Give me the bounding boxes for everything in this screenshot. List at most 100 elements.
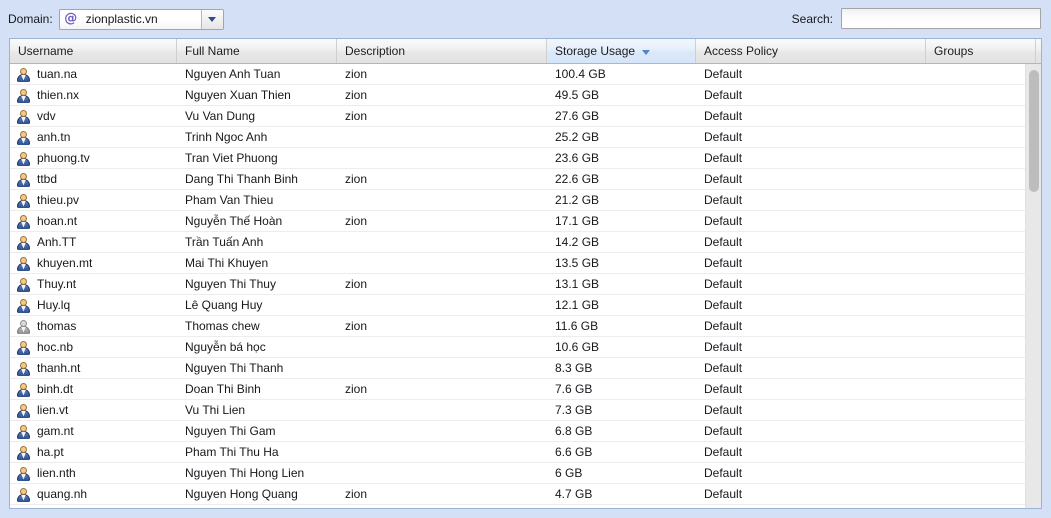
cell-text: ttbd bbox=[37, 172, 58, 186]
user-icon bbox=[16, 487, 31, 502]
cell-storage: 7.6 GB bbox=[547, 379, 696, 399]
table-row[interactable]: thien.nx Nguyen Xuan Thien zion 49.5 GB Defa… bbox=[10, 85, 1025, 106]
table-row[interactable]: gam.nt Nguyen Thi Gam 6.8 GB Default bbox=[10, 421, 1025, 442]
cell-text: thanh.nt bbox=[37, 361, 81, 375]
cell-username: lien.vt bbox=[10, 400, 177, 420]
cell-storage: 13.5 GB bbox=[547, 253, 696, 273]
table-row[interactable]: phuong.tv Tran Viet Phuong 23.6 GB Default bbox=[10, 148, 1025, 169]
user-icon bbox=[16, 298, 31, 313]
search-label: Search: bbox=[791, 11, 833, 26]
cell-text: Trần Tuấn Anh bbox=[185, 235, 264, 249]
cell-groups bbox=[926, 64, 1036, 84]
users-grid: Username Full Name Description Storage Usag… bbox=[9, 38, 1042, 509]
column-header-storage[interactable]: Storage Usage bbox=[547, 39, 696, 63]
cell-text: thieu.pv bbox=[37, 193, 80, 207]
cell-fullname bbox=[177, 505, 337, 508]
table-row[interactable]: binh.dt Doan Thi Binh zion 7.6 GB Default bbox=[10, 379, 1025, 400]
cell-groups bbox=[926, 421, 1036, 441]
cell-text: Default bbox=[704, 382, 743, 396]
cell-text: 25.2 GB bbox=[555, 130, 600, 144]
table-row[interactable]: tuan.na Nguyen Anh Tuan zion 100.4 GB Defaul… bbox=[10, 64, 1025, 85]
table-row[interactable]: thieu.pv Pham Van Thieu 21.2 GB Default bbox=[10, 190, 1025, 211]
cell-text: Default bbox=[704, 298, 743, 312]
table-row[interactable]: thomas Thomas chew zion 11.6 GB Default bbox=[10, 316, 1025, 337]
table-row[interactable]: Anh.TT Trần Tuấn Anh 14.2 GB Default bbox=[10, 232, 1025, 253]
cell-storage: 100.4 GB bbox=[547, 64, 696, 84]
column-header-description[interactable]: Description bbox=[337, 39, 547, 63]
cell-text: Doan Thi Binh bbox=[185, 382, 261, 396]
table-row[interactable]: Thuy.nt Nguyen Thi Thuy zion 13.1 GB Default bbox=[10, 274, 1025, 295]
cell-policy: Default bbox=[696, 190, 926, 210]
cell-storage: 14.2 GB bbox=[547, 232, 696, 252]
cell-text: Tran Viet Phuong bbox=[185, 151, 278, 165]
table-row[interactable]: ttbd Dang Thi Thanh Binh zion 22.6 GB Defaul… bbox=[10, 169, 1025, 190]
table-row[interactable]: khuyen.mt Mai Thi Khuyen 13.5 GB Default bbox=[10, 253, 1025, 274]
cell-fullname: Nguyễn Thế Hoàn bbox=[177, 211, 337, 231]
cell-storage: 25.2 GB bbox=[547, 127, 696, 147]
column-header-policy[interactable]: Access Policy bbox=[696, 39, 926, 63]
table-row[interactable]: hoan.nt Nguyễn Thế Hoàn zion 17.1 GB Default bbox=[10, 211, 1025, 232]
cell-text: lien.vt bbox=[37, 403, 69, 417]
cell-text: Thomas chew bbox=[185, 319, 260, 333]
cell-text: zion bbox=[345, 88, 368, 102]
cell-policy: Default bbox=[696, 295, 926, 315]
cell-description: zion bbox=[337, 64, 547, 84]
cell-description bbox=[337, 148, 547, 168]
cell-text: 13.5 GB bbox=[555, 256, 600, 270]
cell-text: Trinh Ngoc Anh bbox=[185, 130, 268, 144]
scrollbar-thumb[interactable] bbox=[1029, 70, 1039, 192]
table-row[interactable]: thanh.nt Nguyen Thi Thanh 8.3 GB Default bbox=[10, 358, 1025, 379]
cell-fullname: Trinh Ngoc Anh bbox=[177, 127, 337, 147]
table-row[interactable] bbox=[10, 505, 1025, 508]
table-row[interactable]: quang.nh Nguyen Hong Quang zion 4.7 GB Defau… bbox=[10, 484, 1025, 505]
user-icon bbox=[16, 256, 31, 271]
cell-text: Default bbox=[704, 487, 743, 501]
cell-fullname: Doan Thi Binh bbox=[177, 379, 337, 399]
cell-text: Nguyen Anh Tuan bbox=[185, 67, 281, 81]
user-icon bbox=[16, 508, 31, 509]
cell-text: 10.6 GB bbox=[555, 340, 600, 354]
cell-description bbox=[337, 463, 547, 483]
cell-text: Lê Quang Huy bbox=[185, 298, 263, 312]
vertical-scrollbar[interactable] bbox=[1025, 64, 1041, 508]
cell-username: thieu.pv bbox=[10, 190, 177, 210]
cell-groups bbox=[926, 358, 1036, 378]
table-row[interactable]: ha.pt Pham Thi Thu Ha 6.6 GB Default bbox=[10, 442, 1025, 463]
chevron-down-icon[interactable] bbox=[200, 9, 223, 29]
grid-body: tuan.na Nguyen Anh Tuan zion 100.4 GB Defaul… bbox=[10, 64, 1041, 508]
table-row[interactable]: lien.vt Vu Thi Lien 7.3 GB Default bbox=[10, 400, 1025, 421]
cell-text: khuyen.mt bbox=[37, 256, 93, 270]
search-input[interactable] bbox=[841, 8, 1041, 29]
table-row[interactable]: Huy.lq Lê Quang Huy 12.1 GB Default bbox=[10, 295, 1025, 316]
cell-policy: Default bbox=[696, 337, 926, 357]
cell-description bbox=[337, 232, 547, 252]
table-row[interactable]: anh.tn Trinh Ngoc Anh 25.2 GB Default bbox=[10, 127, 1025, 148]
cell-fullname: Vu Van Dung bbox=[177, 106, 337, 126]
column-header-username[interactable]: Username bbox=[10, 39, 177, 63]
cell-text: Default bbox=[704, 214, 743, 228]
cell-description bbox=[337, 442, 547, 462]
domain-dropdown[interactable]: @ zionplastic.vn bbox=[58, 8, 224, 30]
cell-text: zion bbox=[345, 172, 368, 186]
column-header-groups[interactable]: Groups bbox=[926, 39, 1036, 63]
column-header-fullname[interactable]: Full Name bbox=[177, 39, 337, 63]
user-icon bbox=[16, 235, 31, 250]
cell-policy: Default bbox=[696, 211, 926, 231]
cell-policy: Default bbox=[696, 463, 926, 483]
cell-text: Nguyen Thi Gam bbox=[185, 424, 276, 438]
cell-text: zion bbox=[345, 109, 368, 123]
cell-description bbox=[337, 400, 547, 420]
cell-text: Nguyen Thi Hong Lien bbox=[185, 466, 305, 480]
cell-storage: 12.1 GB bbox=[547, 295, 696, 315]
cell-fullname: Nguyen Thi Thanh bbox=[177, 358, 337, 378]
cell-text: gam.nt bbox=[37, 424, 74, 438]
cell-storage: 6.6 GB bbox=[547, 442, 696, 462]
cell-fullname: Nguyen Thi Gam bbox=[177, 421, 337, 441]
table-row[interactable]: hoc.nb Nguyễn bá học 10.6 GB Default bbox=[10, 337, 1025, 358]
cell-storage: 21.2 GB bbox=[547, 190, 696, 210]
table-row[interactable]: lien.nth Nguyen Thi Hong Lien 6 GB Default bbox=[10, 463, 1025, 484]
cell-groups bbox=[926, 106, 1036, 126]
table-row[interactable]: vdv Vu Van Dung zion 27.6 GB Default bbox=[10, 106, 1025, 127]
cell-policy: Default bbox=[696, 64, 926, 84]
cell-description: zion bbox=[337, 484, 547, 504]
